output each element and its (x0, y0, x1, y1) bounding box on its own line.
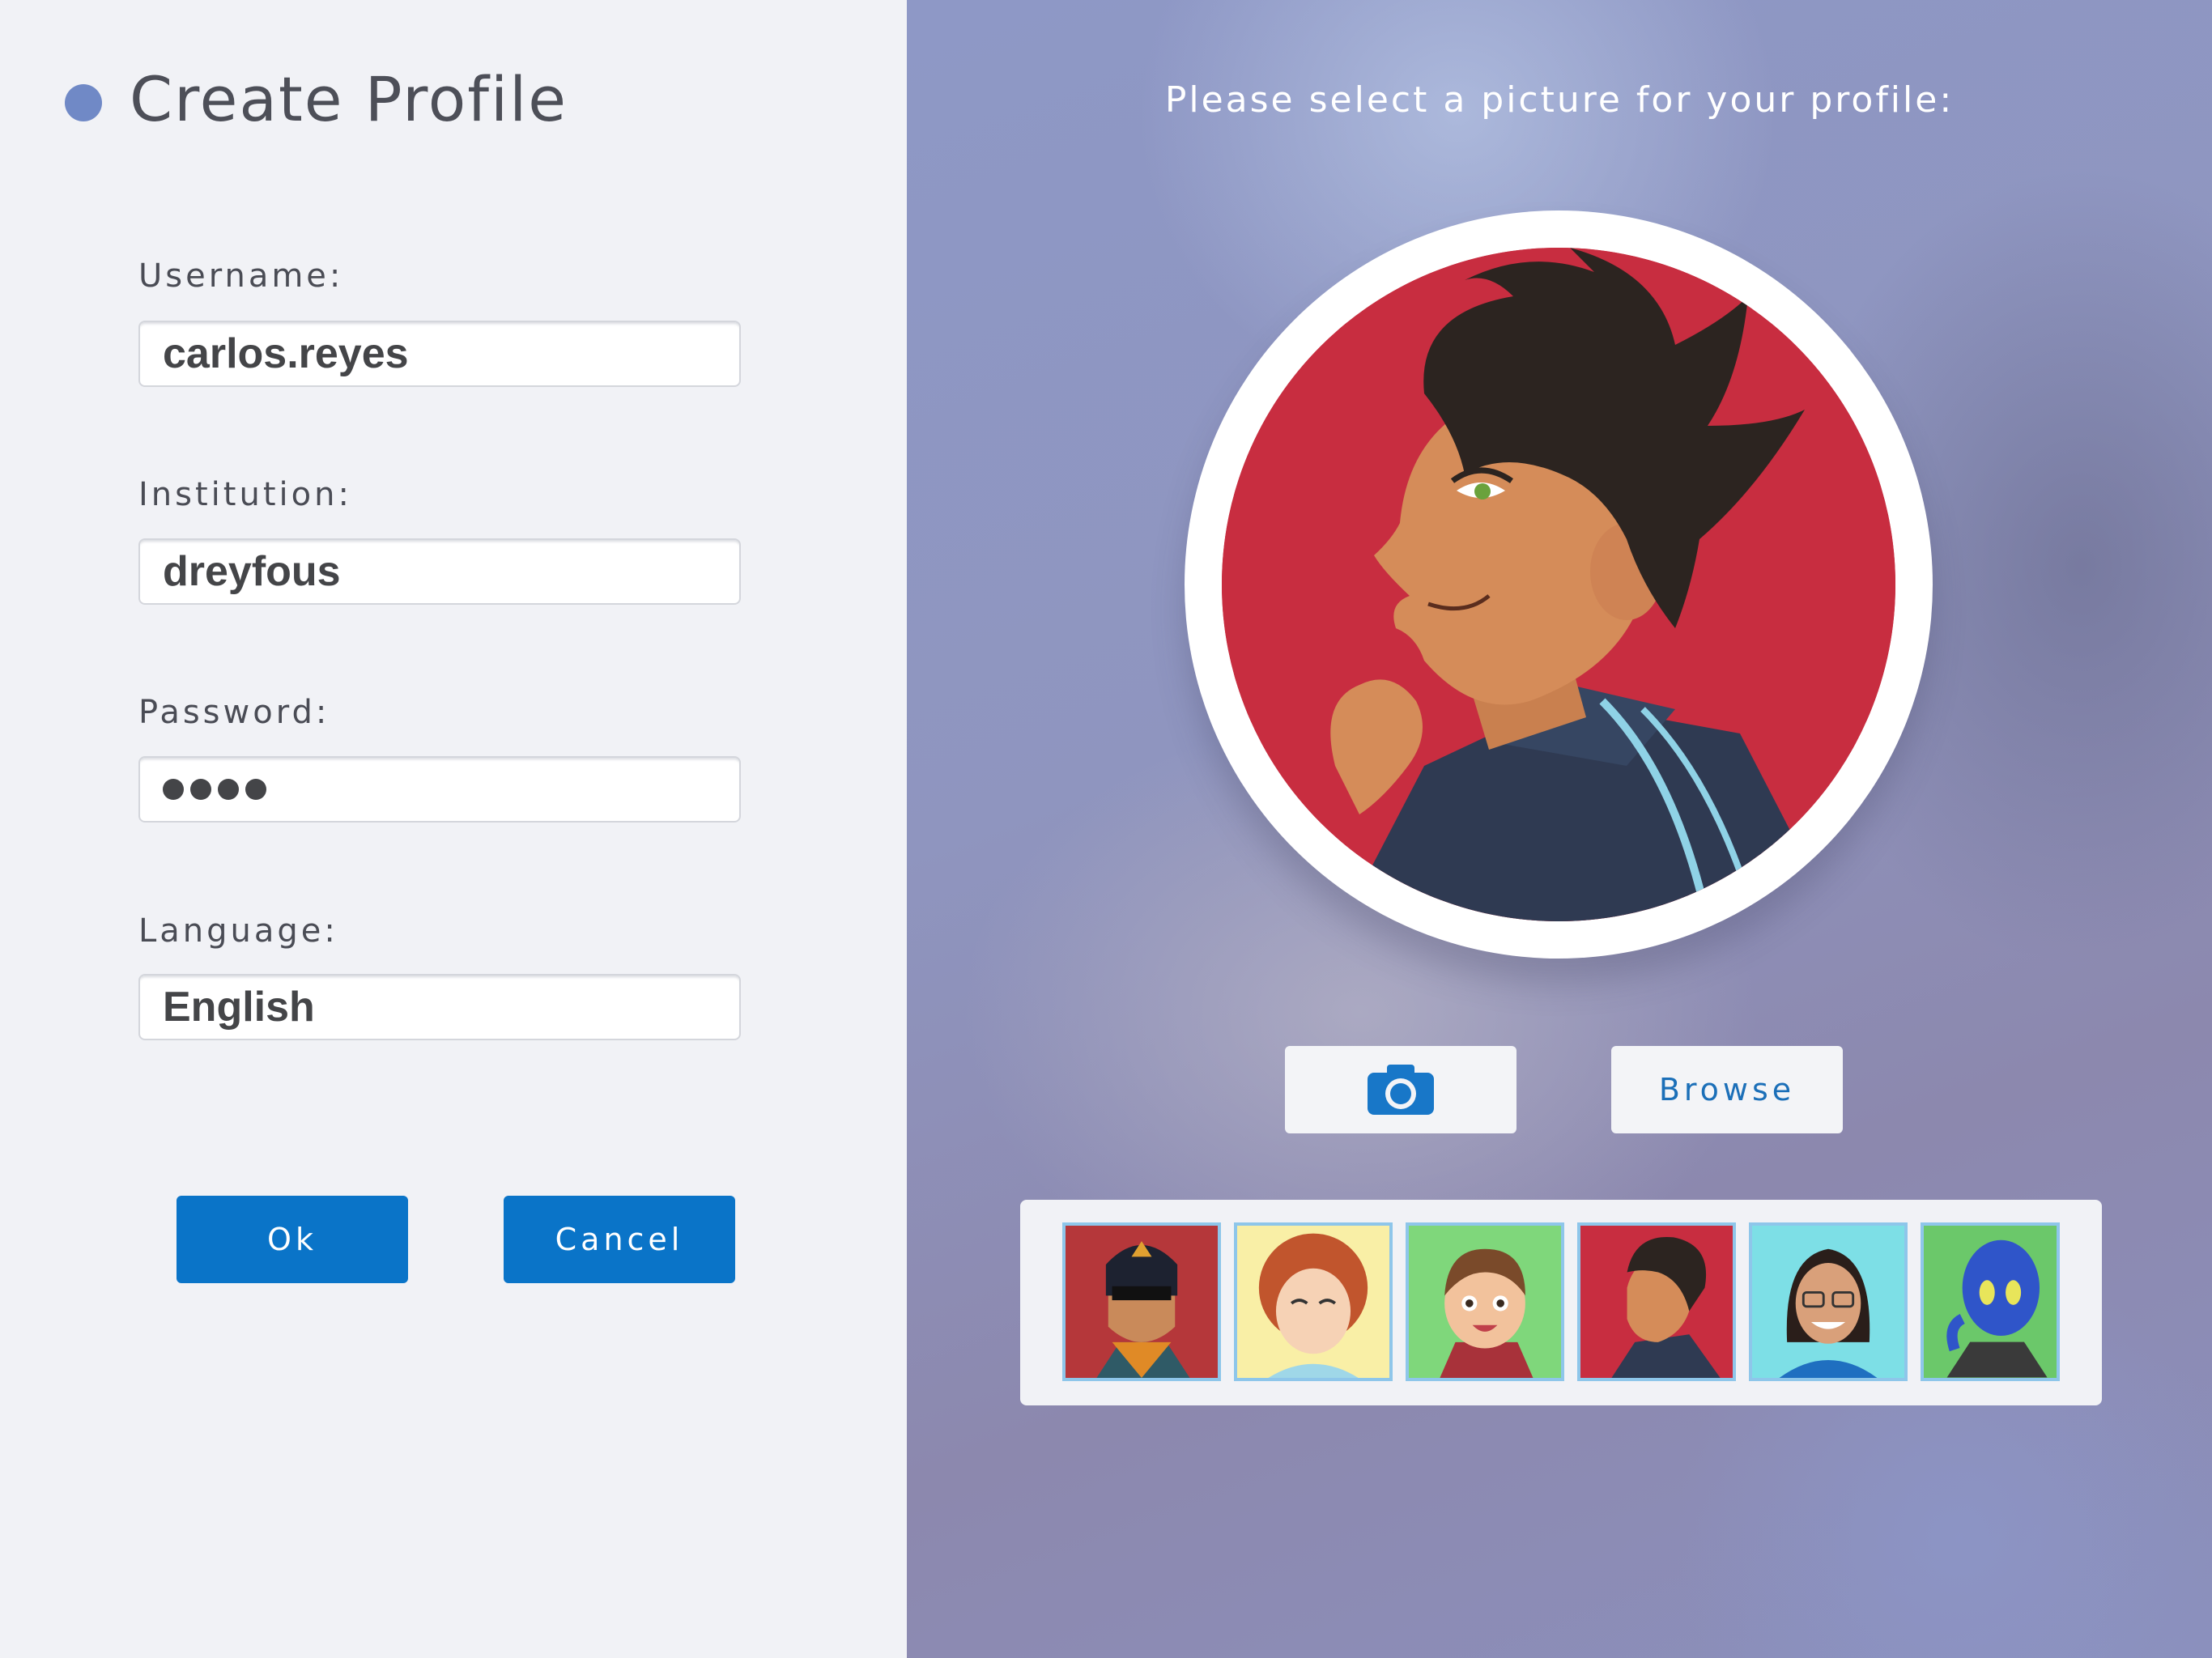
picture-selector: Please select a picture for your profile… (907, 0, 2212, 1658)
avatar-preview (1185, 210, 1933, 959)
language-value: English (163, 984, 315, 1031)
password-mask (163, 779, 266, 800)
password-field[interactable] (138, 756, 741, 823)
institution-value: dreyfous (163, 548, 341, 595)
username-label: Username: (138, 257, 344, 295)
avatar-thumbnail-strip (1020, 1200, 2102, 1405)
thumbnail-ponytail-girl[interactable] (1406, 1222, 1564, 1381)
browse-button[interactable]: Browse (1611, 1046, 1843, 1133)
picture-prompt: Please select a picture for your profile… (1164, 79, 1955, 121)
camera-icon (1368, 1065, 1434, 1115)
selected-avatar-image (1222, 248, 1895, 921)
thumbnail-blue-alien[interactable] (1921, 1222, 2060, 1381)
password-label: Password: (138, 694, 330, 731)
username-value: carlos.reyes (163, 330, 409, 377)
page-title: Create Profile (130, 63, 568, 135)
thumbnail-glasses-woman[interactable] (1749, 1222, 1908, 1381)
language-field[interactable]: English (138, 974, 741, 1040)
password-mask-dot (245, 779, 266, 800)
ok-button[interactable]: Ok (177, 1196, 408, 1283)
password-mask-dot (190, 779, 211, 800)
username-field[interactable]: carlos.reyes (138, 321, 741, 387)
thumbnail-boy-dark-hair[interactable] (1577, 1222, 1736, 1381)
camera-button[interactable] (1285, 1046, 1516, 1133)
title-dot-icon (65, 84, 102, 121)
cancel-button[interactable]: Cancel (504, 1196, 735, 1283)
create-profile-form: Create Profile Username: carlos.reyes In… (0, 0, 907, 1658)
password-mask-dot (218, 779, 239, 800)
thumbnail-masked-hero[interactable] (1062, 1222, 1221, 1381)
thumbnail-curly-hair-girl[interactable] (1234, 1222, 1393, 1381)
password-mask-dot (163, 779, 184, 800)
institution-field[interactable]: dreyfous (138, 538, 741, 605)
institution-label: Institution: (138, 476, 352, 513)
language-label: Language: (138, 912, 338, 950)
